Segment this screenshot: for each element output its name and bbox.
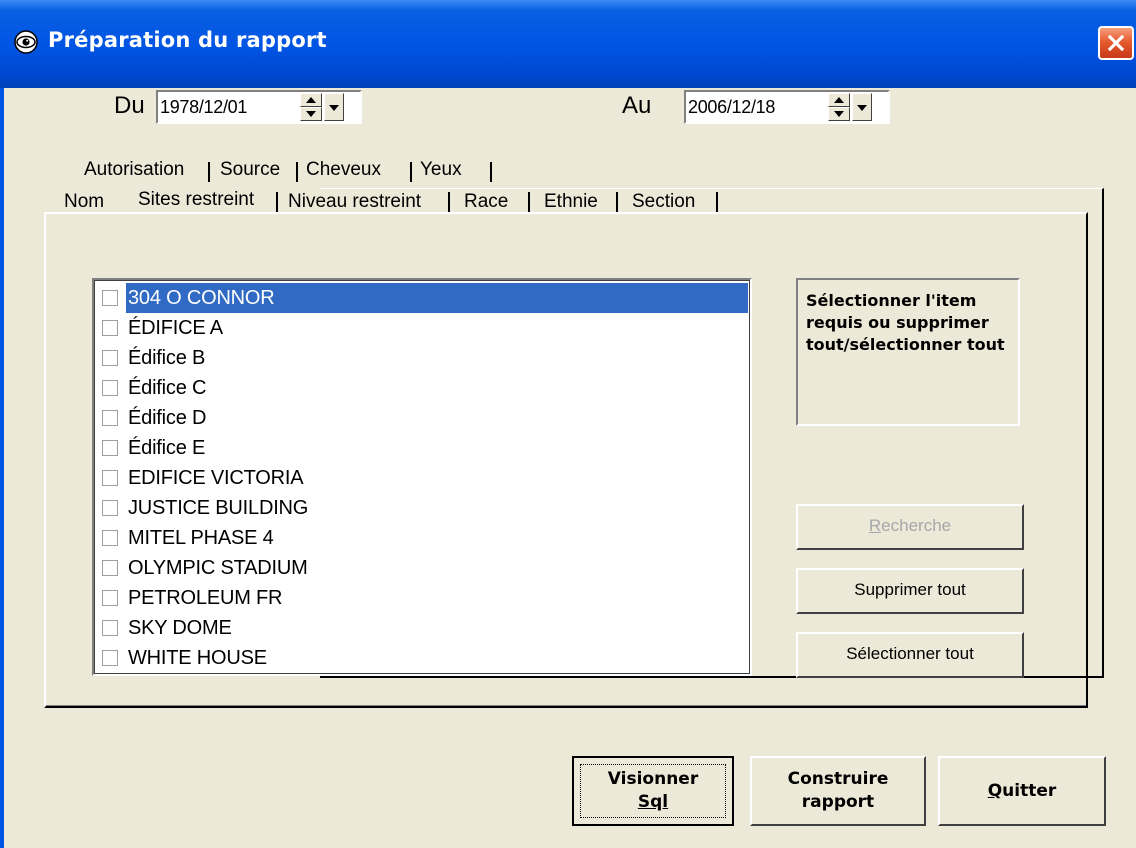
- checkbox[interactable]: [102, 650, 118, 666]
- tab-divider: [616, 192, 618, 212]
- checkbox[interactable]: [102, 380, 118, 396]
- select-all-button[interactable]: Sélectionner tout: [796, 632, 1024, 678]
- quit-button[interactable]: Quitter: [938, 756, 1106, 826]
- tab-autorisation[interactable]: Autorisation: [84, 158, 184, 184]
- from-date-spinner[interactable]: [300, 93, 322, 121]
- list-item-label: SKY DOME: [128, 617, 232, 639]
- list-item-label: Édifice C: [128, 377, 207, 399]
- list-item-label: Édifice E: [128, 437, 206, 459]
- tab-divider: [276, 192, 278, 212]
- to-date-label: Au: [622, 92, 652, 119]
- clear-all-button[interactable]: Supprimer tout: [796, 568, 1024, 614]
- tab-race[interactable]: Race: [464, 190, 508, 216]
- checkbox[interactable]: [102, 500, 118, 516]
- chevron-down-icon: [857, 105, 867, 111]
- checkbox[interactable]: [102, 410, 118, 426]
- checkbox[interactable]: [102, 320, 118, 336]
- list-item[interactable]: MITEL PHASE 4: [98, 523, 748, 553]
- list-item-label: WHITE HOUSE: [128, 647, 267, 669]
- arrow-up-icon: [834, 97, 844, 103]
- eye-icon: [14, 30, 38, 54]
- sites-listbox[interactable]: 304 O CONNOR ÉDIFICE A Édifice B Édifice C É…: [92, 278, 752, 676]
- checkbox[interactable]: [102, 290, 118, 306]
- list-item-label: EDIFICE VICTORIA: [128, 467, 304, 489]
- search-button-label: echerche: [881, 516, 952, 535]
- to-date-value: 2006/12/18: [688, 97, 776, 117]
- list-item[interactable]: Édifice D: [98, 403, 748, 433]
- search-button-mnemonic: R: [868, 516, 882, 535]
- list-item-label: 304 O CONNOR: [126, 283, 748, 313]
- checkbox[interactable]: [102, 350, 118, 366]
- checkbox[interactable]: [102, 590, 118, 606]
- arrow-down-icon: [306, 111, 316, 117]
- window-title: Préparation du rapport: [48, 28, 327, 52]
- search-button[interactable]: Recherche: [796, 504, 1024, 550]
- quit-button-label: uitter: [1002, 781, 1057, 801]
- from-date-dropdown-button[interactable]: [324, 93, 344, 121]
- tab-yeux[interactable]: Yeux: [420, 158, 462, 184]
- to-date-down-button[interactable]: [828, 107, 850, 121]
- tab-divider: [448, 192, 450, 212]
- build-report-line2: rapport: [801, 792, 875, 812]
- tab-divider: [528, 192, 530, 212]
- list-item-label: Édifice D: [128, 407, 207, 429]
- list-item[interactable]: ÉDIFICE A: [98, 313, 748, 343]
- tab-divider: [716, 192, 718, 212]
- checkbox[interactable]: [102, 440, 118, 456]
- list-item[interactable]: SKY DOME: [98, 613, 748, 643]
- list-item-label: Édifice B: [128, 347, 206, 369]
- tab-cheveux[interactable]: Cheveux: [306, 158, 381, 184]
- from-date-down-button[interactable]: [300, 107, 322, 121]
- arrow-up-icon: [306, 97, 316, 103]
- list-item[interactable]: OLYMPIC STADIUM: [98, 553, 748, 583]
- list-item-label: OLYMPIC STADIUM: [128, 557, 308, 579]
- title-bar[interactable]: Préparation du rapport: [0, 0, 1136, 88]
- build-report-line1: Construire: [787, 769, 889, 789]
- to-date-up-button[interactable]: [828, 93, 850, 107]
- tab-section[interactable]: Section: [632, 190, 695, 216]
- tab-divider: [410, 162, 412, 182]
- tab-source[interactable]: Source: [220, 158, 280, 184]
- checkbox[interactable]: [102, 530, 118, 546]
- from-date-picker[interactable]: 1978/12/01: [156, 90, 362, 124]
- checkbox[interactable]: [102, 560, 118, 576]
- checkbox[interactable]: [102, 620, 118, 636]
- tab-niveau-restreint[interactable]: Niveau restreint: [288, 190, 421, 216]
- list-item[interactable]: WHITE HOUSE: [98, 643, 748, 673]
- list-item[interactable]: 304 O CONNOR: [98, 283, 748, 313]
- tab-divider: [296, 162, 298, 182]
- checkbox[interactable]: [102, 470, 118, 486]
- list-item-label: PETROLEUM FR: [128, 587, 283, 609]
- list-item[interactable]: JUSTICE BUILDING: [98, 493, 748, 523]
- from-date-label: Du: [114, 92, 145, 119]
- to-date-spinner[interactable]: [828, 93, 850, 121]
- chevron-down-icon: [329, 105, 339, 111]
- from-date-up-button[interactable]: [300, 93, 322, 107]
- to-date-dropdown-button[interactable]: [852, 93, 872, 121]
- from-date-value: 1978/12/01: [160, 97, 248, 117]
- preview-sql-button[interactable]: Visionner Sql: [572, 756, 734, 826]
- list-item[interactable]: Édifice E: [98, 433, 748, 463]
- arrow-down-icon: [834, 111, 844, 117]
- build-report-button[interactable]: Construire rapport: [750, 756, 926, 826]
- list-item-label: MITEL PHASE 4: [128, 527, 274, 549]
- close-button[interactable]: [1098, 26, 1134, 60]
- instruction-text: Sélectionner l'item requis ou supprimer …: [796, 278, 1020, 426]
- tab-divider: [208, 162, 210, 182]
- to-date-picker[interactable]: 2006/12/18: [684, 90, 890, 124]
- list-item[interactable]: EDIFICE VICTORIA: [98, 463, 748, 493]
- list-item-label: ÉDIFICE A: [128, 317, 223, 339]
- list-item[interactable]: Édifice C: [98, 373, 748, 403]
- tab-nom[interactable]: Nom: [64, 190, 104, 216]
- quit-button-mnemonic: Q: [987, 781, 1003, 801]
- tab-divider: [490, 162, 492, 182]
- list-item[interactable]: PETROLEUM FR: [98, 583, 748, 613]
- report-window: Préparation du rapport Du 1978/12/01 Au …: [0, 0, 1136, 848]
- close-icon: [1107, 34, 1125, 52]
- focus-rect: [580, 764, 726, 818]
- list-item[interactable]: Édifice B: [98, 343, 748, 373]
- tab-ethnie[interactable]: Ethnie: [544, 190, 598, 216]
- list-item-label: JUSTICE BUILDING: [128, 497, 309, 519]
- tab-sites-restreint[interactable]: Sites restreint: [138, 188, 254, 214]
